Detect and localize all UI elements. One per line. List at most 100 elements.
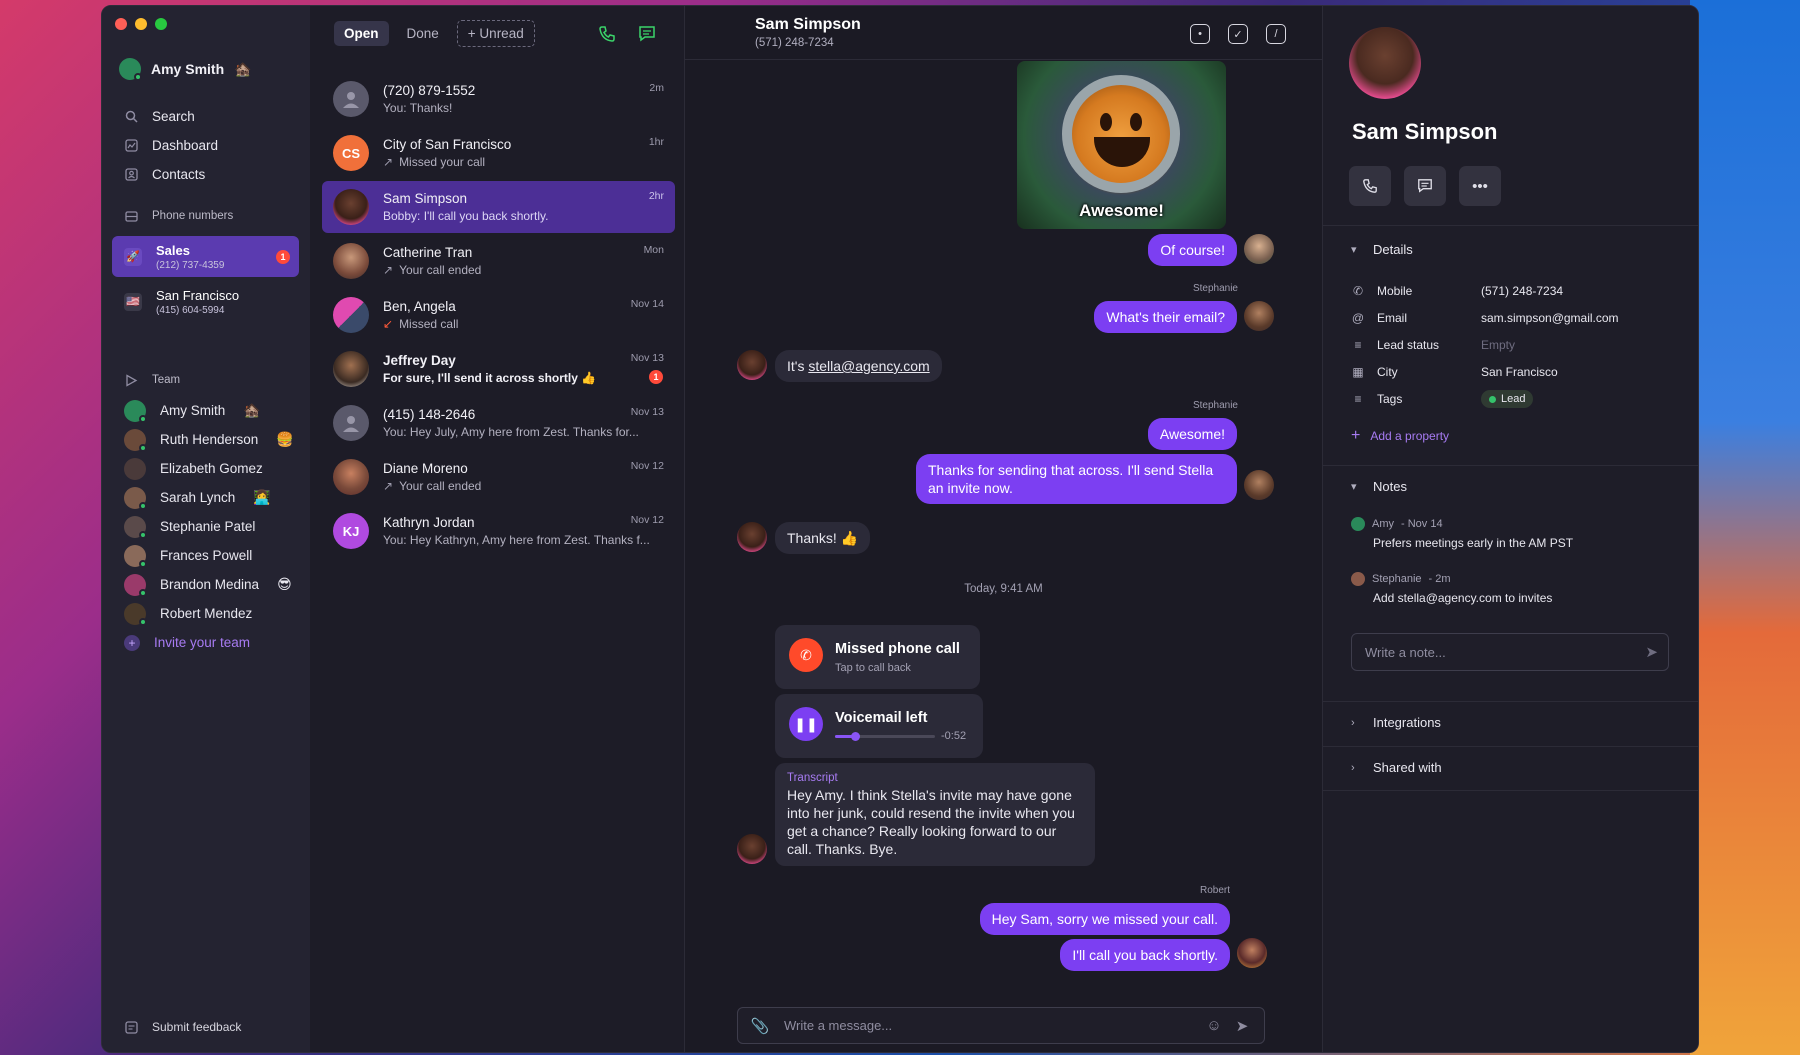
conversation-item[interactable]: Catherine Tran ↗ Your call ended Mon bbox=[322, 235, 675, 287]
phone-number-value: (212) 737-4359 bbox=[156, 259, 225, 271]
property-lead-status[interactable]: ≡ Lead status Empty bbox=[1351, 338, 1698, 352]
mark-done-icon[interactable]: ✓ bbox=[1228, 24, 1248, 44]
conversation-item-active[interactable]: Sam Simpson Bobby: I'll call you back sho… bbox=[322, 181, 675, 233]
team-heading: Team bbox=[124, 368, 299, 392]
message-button[interactable] bbox=[1404, 166, 1446, 206]
current-user[interactable]: Amy Smith 🏚️ bbox=[119, 58, 252, 81]
maximize-window-button[interactable] bbox=[155, 18, 167, 30]
integrations-section-toggle[interactable]: › Integrations bbox=[1351, 715, 1441, 730]
message-sender: Stephanie bbox=[1192, 283, 1238, 294]
nav-search[interactable]: Search bbox=[124, 102, 299, 131]
team-member[interactable]: Stephanie Patel bbox=[124, 512, 299, 541]
nav-contacts[interactable]: Contacts bbox=[124, 160, 299, 189]
conversation-name: (720) 879-1552 bbox=[383, 83, 476, 98]
property-label: Tags bbox=[1377, 392, 1403, 406]
team-member[interactable]: Sarah Lynch 👩‍💻 bbox=[124, 483, 299, 512]
property-value: Empty bbox=[1481, 338, 1516, 352]
team-member[interactable]: Elizabeth Gomez bbox=[124, 454, 299, 483]
conversation-item[interactable]: Jeffrey Day For sure, I'll send it across… bbox=[322, 343, 675, 395]
add-property-button[interactable]: + Add a property bbox=[1351, 427, 1449, 445]
avatar bbox=[1244, 234, 1274, 264]
outgoing-message: I'll call you back shortly. bbox=[1060, 939, 1230, 971]
submit-feedback-button[interactable]: Submit feedback bbox=[124, 1020, 241, 1034]
conversation-preview: Your call ended bbox=[399, 263, 482, 277]
conversation-item[interactable]: (720) 879-1552 You: Thanks! 2m bbox=[322, 73, 675, 125]
window-controls bbox=[115, 18, 167, 30]
more-options-button[interactable]: ••• bbox=[1459, 166, 1501, 206]
emoji-icon[interactable]: ☺ bbox=[1200, 1017, 1228, 1034]
at-icon: @ bbox=[1351, 311, 1365, 325]
avatar bbox=[737, 350, 767, 380]
new-call-icon[interactable] bbox=[598, 25, 616, 48]
attachment-icon[interactable]: 📎 bbox=[746, 1017, 774, 1035]
team-member[interactable]: Robert Mendez bbox=[124, 599, 299, 628]
property-city[interactable]: ▦ City San Francisco bbox=[1351, 365, 1698, 379]
close-window-button[interactable] bbox=[115, 18, 127, 30]
conversation-item[interactable]: (415) 148-2646 You: Hey July, Amy here fr… bbox=[322, 397, 675, 449]
new-message-icon[interactable] bbox=[638, 25, 656, 48]
details-section-toggle[interactable]: ▾ Details bbox=[1351, 242, 1413, 257]
outgoing-message: Of course! bbox=[1148, 234, 1237, 266]
email-link[interactable]: stella@agency.com bbox=[808, 358, 929, 374]
unread-badge: 1 bbox=[276, 250, 290, 264]
phone-number-sales[interactable]: 🚀 Sales (212) 737-4359 1 bbox=[112, 236, 299, 277]
divider bbox=[1323, 790, 1698, 791]
tab-open[interactable]: Open bbox=[334, 20, 389, 46]
voicemail-progress[interactable] bbox=[835, 732, 935, 741]
status-emoji: 🍔 bbox=[276, 431, 294, 447]
conversation-time: Nov 13 bbox=[630, 352, 664, 364]
missed-call-title: Missed phone call bbox=[835, 641, 960, 657]
invite-team-button[interactable]: + Invite your team bbox=[124, 628, 299, 657]
conversation-preview: You: Thanks! bbox=[383, 101, 453, 115]
online-indicator bbox=[139, 414, 147, 423]
note-author: Stephanie bbox=[1372, 573, 1422, 585]
chat-panel: Sam Simpson (571) 248-7234 • ✓ / Awesome… bbox=[685, 6, 1323, 1052]
send-icon[interactable]: ➤ bbox=[1228, 1017, 1256, 1035]
unread-filter-button[interactable]: + Unread bbox=[456, 19, 535, 47]
slash-command-icon[interactable]: / bbox=[1266, 24, 1286, 44]
conversation-item[interactable]: Diane Moreno ↗ Your call ended Nov 12 bbox=[322, 451, 675, 503]
avatar bbox=[124, 399, 147, 423]
team-member[interactable]: Brandon Medina 😎 bbox=[124, 570, 299, 599]
send-note-icon[interactable]: ➤ bbox=[1645, 643, 1658, 661]
tag-lead[interactable]: Lead bbox=[1481, 390, 1534, 408]
team-member[interactable]: Ruth Henderson 🍔 bbox=[124, 425, 299, 454]
message-input[interactable] bbox=[784, 1018, 1200, 1033]
property-tags[interactable]: ≡ Tags Lead bbox=[1351, 390, 1698, 408]
conversation-name: Catherine Tran bbox=[383, 245, 473, 260]
phone-number-san-francisco[interactable]: 🇺🇸 San Francisco (415) 604-5994 bbox=[112, 281, 299, 322]
note-item: Amy - Nov 14 Prefers meetings early in th… bbox=[1351, 517, 1691, 550]
divider bbox=[1323, 465, 1698, 466]
minimize-window-button[interactable] bbox=[135, 18, 147, 30]
team-member[interactable]: Frances Powell bbox=[124, 541, 299, 570]
gif-attachment[interactable]: Awesome! bbox=[1017, 61, 1226, 229]
nav-dashboard[interactable]: Dashboard bbox=[124, 131, 299, 160]
missed-call-card[interactable]: ✆ Missed phone call Tap to call back bbox=[775, 625, 980, 689]
property-mobile[interactable]: ✆ Mobile (571) 248-7234 bbox=[1351, 284, 1698, 298]
property-label: Mobile bbox=[1377, 284, 1413, 298]
avatar bbox=[333, 459, 369, 495]
conversation-item[interactable]: KJ Kathryn Jordan You: Hey Kathryn, Amy h… bbox=[322, 505, 675, 557]
team-member[interactable]: Amy Smith 🏚️ bbox=[124, 396, 299, 425]
details-section-label: Details bbox=[1373, 242, 1413, 257]
snooze-icon[interactable]: • bbox=[1190, 24, 1210, 44]
tab-done[interactable]: Done bbox=[397, 21, 449, 46]
call-button[interactable] bbox=[1349, 166, 1391, 206]
online-indicator bbox=[139, 559, 147, 568]
voicemail-scrubber[interactable] bbox=[851, 732, 860, 741]
desktop-wallpaper bbox=[1690, 0, 1800, 1055]
conversation-item[interactable]: Ben, Angela ↙ Missed call Nov 14 bbox=[322, 289, 675, 341]
shared-with-section-toggle[interactable]: › Shared with bbox=[1351, 760, 1442, 775]
conversation-name: Kathryn Jordan bbox=[383, 515, 475, 530]
avatar bbox=[1237, 938, 1267, 968]
property-email[interactable]: @ Email sam.simpson@gmail.com bbox=[1351, 311, 1698, 325]
notes-section-toggle[interactable]: ▾ Notes bbox=[1351, 479, 1407, 494]
conversation-time: Nov 12 bbox=[630, 514, 664, 526]
note-input[interactable]: Write a note... ➤ bbox=[1351, 633, 1669, 671]
note-text: Add stella@agency.com to invites bbox=[1373, 591, 1553, 605]
user-avatar bbox=[119, 58, 142, 81]
pause-icon[interactable]: ❚❚ bbox=[789, 707, 823, 741]
note-text: Prefers meetings early in the AM PST bbox=[1373, 536, 1574, 550]
user-status-emoji: 🏚️ bbox=[234, 60, 252, 77]
conversation-item[interactable]: CS City of San Francisco ↗ Missed your cal… bbox=[322, 127, 675, 179]
